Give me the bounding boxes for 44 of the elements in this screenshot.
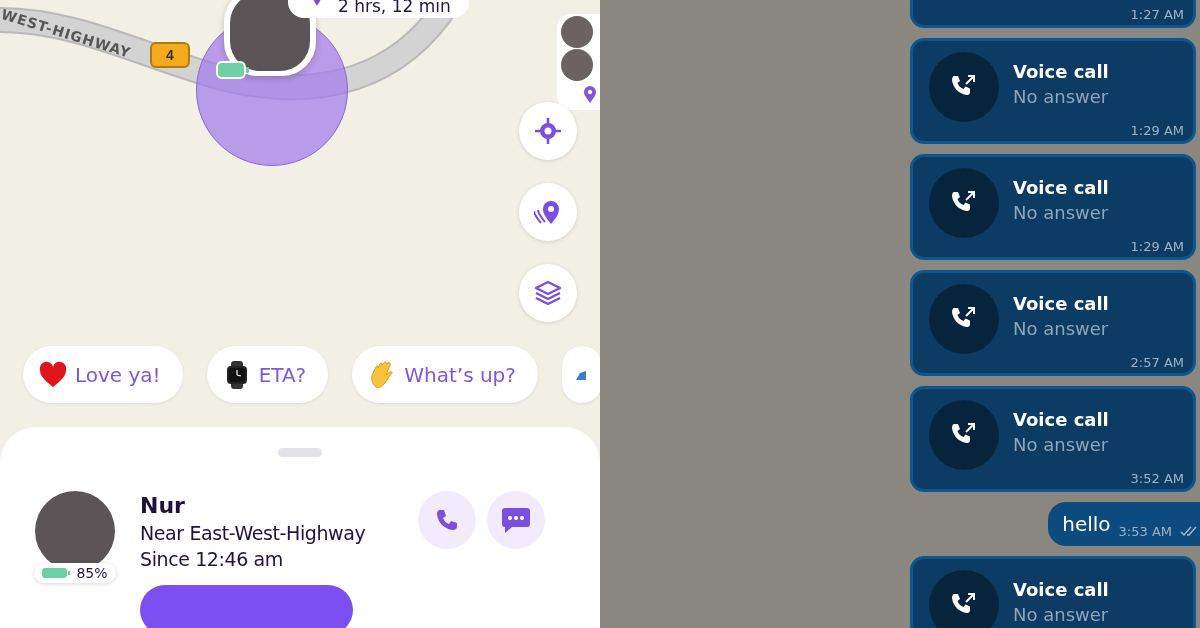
call-title: Voice call [1013, 409, 1109, 430]
call-title: Voice call [1013, 579, 1109, 600]
pin-icon [583, 86, 597, 104]
route-shield: 4 [150, 42, 190, 68]
action-button[interactable] [140, 585, 353, 628]
message-time: 1:29 AM [1130, 239, 1184, 254]
battery-percent: 85% [76, 565, 108, 581]
call-title: Voice call [1013, 177, 1109, 198]
quick-message-chip[interactable]: Love ya! [23, 346, 183, 403]
avatar-stack[interactable] [557, 14, 600, 110]
phone-icon [434, 507, 460, 533]
avatar-placeholder [561, 49, 593, 81]
heart-icon [39, 360, 67, 389]
call-status: No answer [1013, 86, 1109, 107]
message-time: 2:57 AM [1130, 355, 1184, 370]
layers-icon [534, 279, 562, 307]
member-since: Since 12:46 am [140, 548, 284, 570]
avatar-placeholder [561, 16, 593, 48]
places-button[interactable] [519, 183, 577, 241]
message-time: 1:29 AM [1130, 123, 1184, 138]
quick-message-chip[interactable]: ETA? [206, 346, 329, 403]
battery-icon [216, 61, 250, 79]
eta-text: 2 hrs, 12 min [338, 0, 451, 16]
message-time: 3:52 AM [1130, 471, 1184, 486]
layers-button[interactable] [519, 264, 577, 322]
chat-bubble-icon [501, 506, 531, 534]
member-location: Near East-West-Highway [140, 522, 367, 544]
message-text: hello [1062, 512, 1111, 536]
call-status: No answer [1013, 604, 1109, 625]
battery-icon [42, 566, 73, 580]
crosshair-icon [534, 117, 562, 145]
recenter-button[interactable] [519, 102, 577, 160]
call-status: No answer [1013, 434, 1109, 455]
call-title: Voice call [1013, 61, 1109, 82]
location-pins-icon [534, 198, 562, 226]
message-time: 1:27 AM [1130, 7, 1184, 22]
quick-message-chip[interactable] [561, 346, 600, 403]
drag-handle[interactable] [278, 448, 322, 457]
message-time: 3:53 AM [1118, 523, 1172, 539]
quick-message-chip[interactable]: What’s up? [352, 346, 538, 403]
call-title: Voice call [1013, 293, 1109, 314]
member-name: Nur [140, 493, 186, 518]
call-status: No answer [1013, 318, 1109, 339]
call-status: No answer [1013, 202, 1109, 223]
